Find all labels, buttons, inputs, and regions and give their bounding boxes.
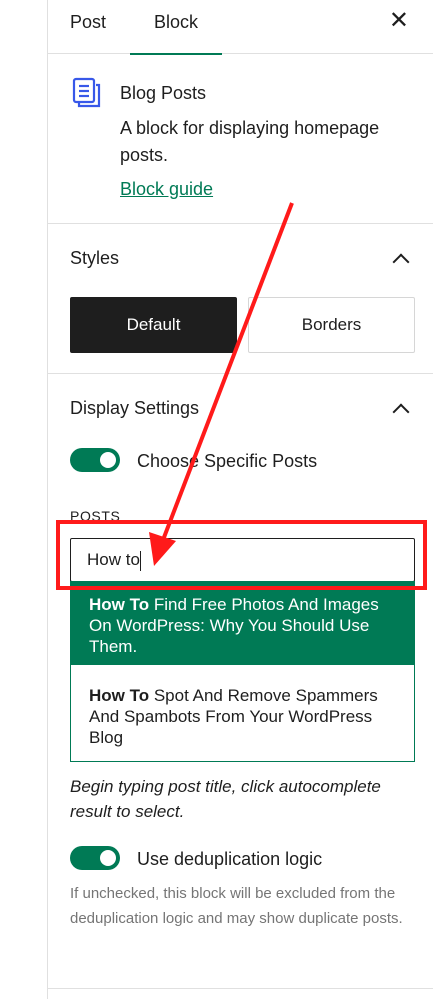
style-borders-button[interactable]: Borders	[248, 297, 415, 353]
tab-post[interactable]: Post	[70, 0, 106, 54]
close-icon[interactable]: ✕	[389, 9, 409, 33]
dedup-help-text: If unchecked, this block will be exclude…	[70, 885, 403, 927]
option-match: How To	[89, 686, 150, 705]
specific-posts-label: Choose Specific Posts	[137, 451, 318, 471]
autocomplete-list: How To Find Free Photos And Images On Wo…	[70, 581, 415, 762]
autocomplete-option[interactable]: How To Find Free Photos And Images On Wo…	[71, 581, 414, 665]
toggle-knob	[100, 452, 116, 468]
chevron-up-icon[interactable]	[392, 253, 410, 271]
block-card: Blog Posts A block for displaying homepa…	[48, 55, 433, 224]
dedup-toggle[interactable]	[70, 846, 120, 870]
sidebar-tabs: Post Block ✕	[48, 0, 433, 55]
display-settings-panel: Display Settings Choose Specific Posts P…	[48, 374, 433, 989]
chevron-up-icon[interactable]	[392, 403, 410, 421]
toggle-knob	[100, 850, 116, 866]
style-default-button[interactable]: Default	[70, 297, 237, 353]
tab-block[interactable]: Block	[130, 0, 222, 55]
autocomplete-help-text: Begin typing post title, click autocompl…	[70, 777, 381, 821]
display-settings-title[interactable]: Display Settings	[70, 398, 199, 419]
dedup-label: Use deduplication logic	[137, 849, 323, 869]
option-match: How To	[89, 595, 150, 614]
block-title: Blog Posts	[120, 83, 207, 103]
styles-panel-title[interactable]: Styles	[70, 248, 119, 269]
annotation-highlight-box	[56, 520, 427, 590]
blog-posts-icon	[72, 77, 101, 108]
block-guide-link[interactable]: Block guide	[120, 179, 213, 200]
block-description: A block for displaying homepage posts.	[120, 118, 380, 165]
styles-panel: Styles Default Borders	[48, 224, 433, 374]
specific-posts-toggle[interactable]	[70, 448, 120, 472]
autocomplete-option[interactable]: How To Spot And Remove Spammers And Spam…	[71, 665, 414, 761]
